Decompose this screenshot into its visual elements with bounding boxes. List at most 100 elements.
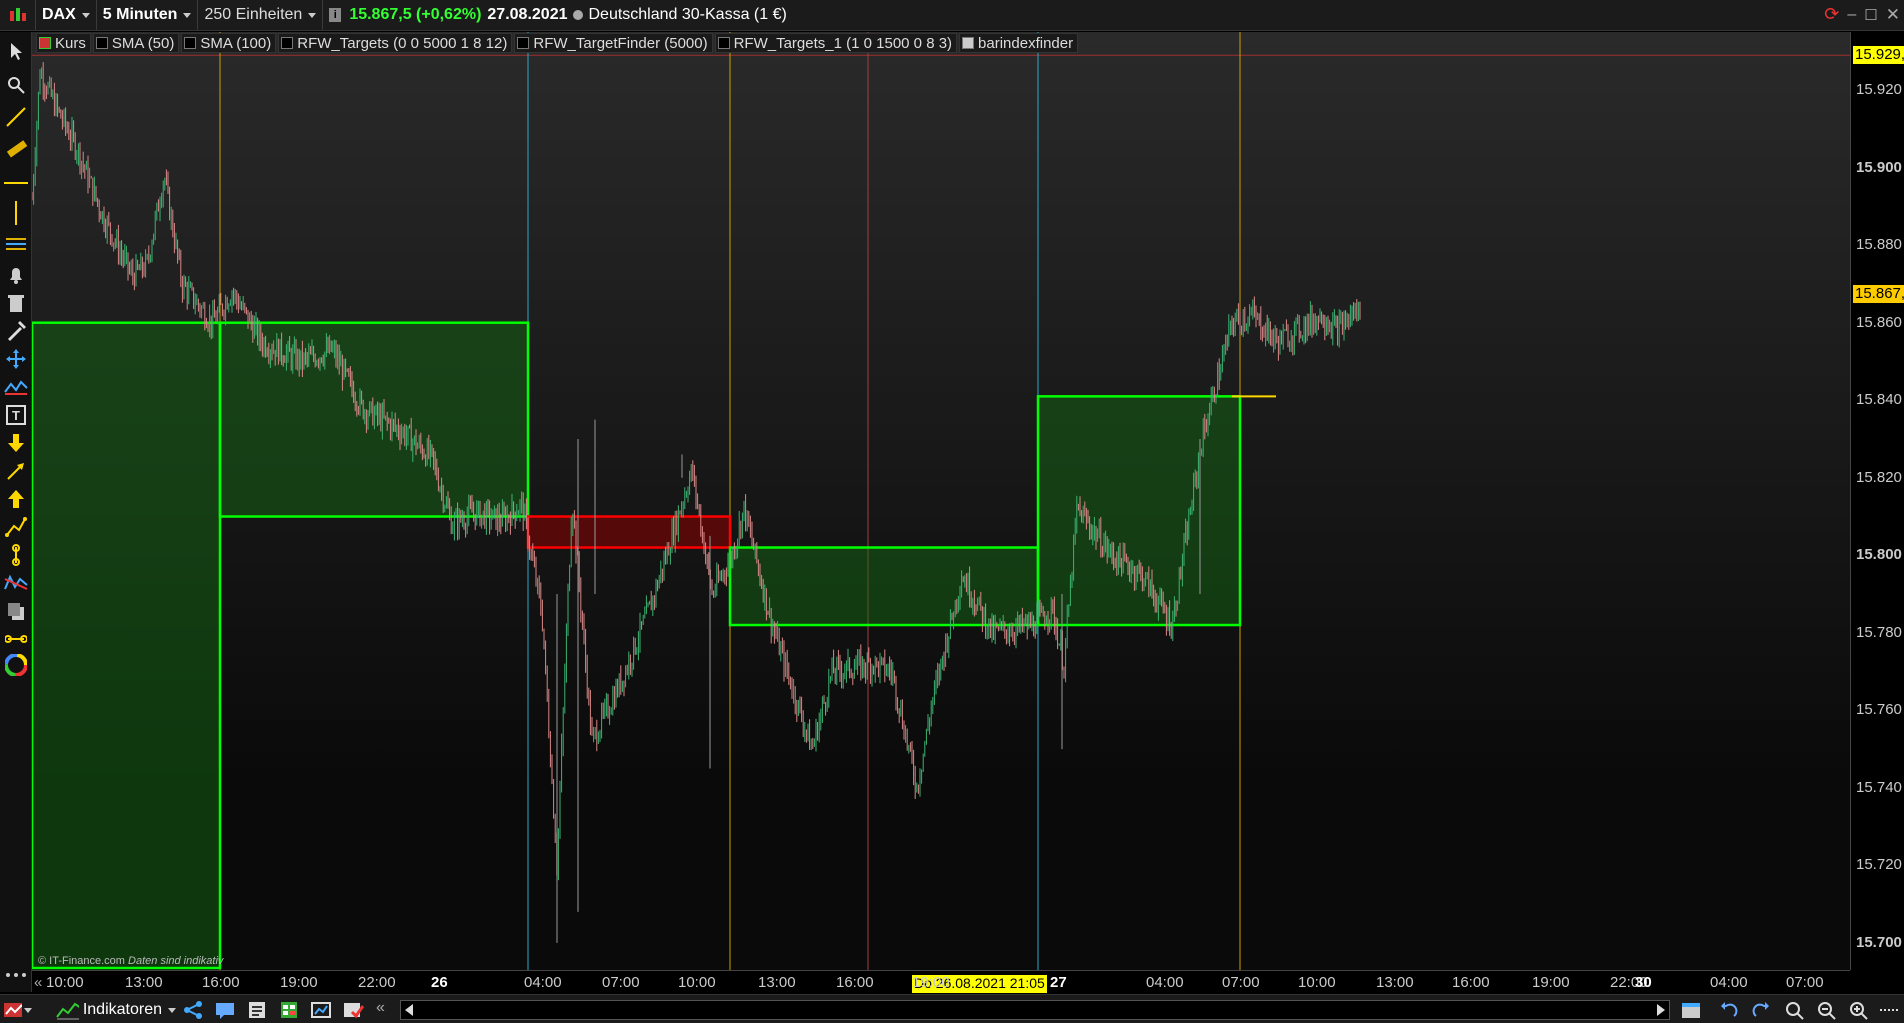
indicators-button[interactable]: Indikatoren <box>56 1000 176 1020</box>
legend-item-rfw-targets-1[interactable]: RFW_Targets_1 (1 0 1500 0 8 3) <box>714 33 958 53</box>
time-axis-label: 10:00 <box>46 974 84 991</box>
polyline-icon[interactable] <box>3 514 29 540</box>
alarm-icon[interactable] <box>3 262 29 288</box>
collapse-icon[interactable]: « <box>376 999 385 1017</box>
fibonacci-icon[interactable] <box>3 232 29 258</box>
price-chart[interactable] <box>30 32 1850 970</box>
time-axis-label: 13:00 <box>1376 974 1414 991</box>
checkbox-icon[interactable] <box>184 37 197 49</box>
time-axis-label: 04:00 <box>1710 974 1748 991</box>
legend-item-barindexfinder[interactable]: barindexfinder <box>959 33 1079 53</box>
checkbox-icon[interactable] <box>717 37 730 49</box>
connector-icon[interactable] <box>3 626 29 652</box>
move-icon[interactable] <box>3 346 29 372</box>
trendline-icon[interactable] <box>3 104 29 130</box>
chevron-down-icon <box>168 1007 176 1013</box>
time-axis[interactable]: « Do 26.08.2021 21:05 10:00 13:00 16:00 19:… <box>32 970 1850 994</box>
chevron-down-icon <box>308 12 317 18</box>
minimize-icon[interactable]: – <box>1847 6 1856 24</box>
quote-date: 27.08.2021 <box>487 6 568 23</box>
copyright-text: © IT-Finance.com <box>38 955 125 967</box>
chart-type-icon[interactable] <box>0 0 36 30</box>
zoom-in-icon[interactable] <box>1848 1000 1870 1020</box>
more-icon[interactable] <box>3 962 29 988</box>
drawing-toolbar: T <box>0 32 32 992</box>
price-axis-label: 15.880 <box>1856 236 1902 254</box>
undo-icon[interactable] <box>1718 1000 1740 1020</box>
indicator-legend: Kurs SMA (50) SMA (100) RFW_Targets (0 0… <box>36 33 1080 53</box>
top-toolbar: DAX 5 Minuten 250 Einheiten i 15.867,5 (… <box>0 0 1904 31</box>
maximize-icon[interactable]: ☐ <box>1864 6 1877 24</box>
current-price-tag: 15.867, <box>1853 284 1904 303</box>
zoom-icon[interactable] <box>3 72 29 98</box>
arrow-up-icon[interactable] <box>3 486 29 512</box>
price-axis-label: 15.800 <box>1856 546 1902 564</box>
legend-item-rfw-targets[interactable]: RFW_Targets (0 0 5000 1 8 12) <box>278 33 513 53</box>
scroll-left-arrow-icon[interactable] <box>405 1004 413 1016</box>
chart-canvas[interactable] <box>30 32 1850 970</box>
disclaimer-text: Daten sind indikativ <box>128 955 224 967</box>
instrument-name: Deutschland 30-Kassa (1 €) <box>588 6 787 23</box>
symbol-selector[interactable]: DAX <box>36 0 97 30</box>
arrow-diagonal-icon[interactable] <box>3 458 29 484</box>
copy-icon[interactable] <box>3 598 29 624</box>
checkbox-icon[interactable] <box>95 37 108 49</box>
checkbox-icon[interactable] <box>281 37 294 49</box>
close-icon[interactable]: ✕ <box>1886 5 1900 25</box>
ruler-icon[interactable] <box>3 136 29 162</box>
legend-item-kurs[interactable]: Kurs <box>36 33 91 53</box>
scroll-right-arrow-icon[interactable] <box>1657 1004 1665 1016</box>
price-axis-label: 15.740 <box>1856 778 1902 796</box>
share-icon[interactable] <box>182 1000 204 1020</box>
price-axis[interactable]: 15.920 15.900 15.880 15.860 15.840 15.820 15.8… <box>1850 32 1904 970</box>
check-chart-icon[interactable] <box>342 1000 364 1020</box>
date-axis-label: 26 <box>431 974 448 991</box>
zoom-out-icon[interactable] <box>1816 1000 1838 1020</box>
list-icon[interactable] <box>246 1000 268 1020</box>
time-axis-label: 16:00 <box>1452 974 1490 991</box>
indicator-line-icon[interactable] <box>3 374 29 400</box>
zoom-fit-icon[interactable] <box>1784 1000 1806 1020</box>
time-axis-label: 13:00 <box>758 974 796 991</box>
quote-info: i 15.867,5 (+0,62%) 27.08.2021 Deutschla… <box>323 0 793 30</box>
legend-item-sma100[interactable]: SMA (100) <box>181 33 277 53</box>
arrow-down-icon[interactable] <box>3 430 29 456</box>
calendar-icon[interactable] <box>1680 1000 1702 1020</box>
vertical-line-icon[interactable] <box>3 200 29 226</box>
compress-icon[interactable] <box>1878 1000 1900 1020</box>
checkbox-icon[interactable] <box>962 37 975 49</box>
tools-icon[interactable] <box>3 318 29 344</box>
checkbox-icon[interactable] <box>517 37 530 49</box>
sync-icon[interactable]: ⟳ <box>1824 4 1839 25</box>
copyright-notice: © IT-Finance.com Daten sind indikativ <box>38 955 223 967</box>
spreadsheet-icon[interactable] <box>278 1000 300 1020</box>
indicator-chart-icon <box>56 1002 79 1020</box>
info-icon[interactable]: i <box>329 8 342 22</box>
window-icon[interactable] <box>310 1000 332 1020</box>
time-axis-label: 19:00 <box>280 974 318 991</box>
text-icon[interactable]: T <box>3 402 29 428</box>
scroll-left-icon[interactable]: « <box>34 974 42 991</box>
chat-icon[interactable] <box>214 1000 236 1020</box>
interval-selector[interactable]: 5 Minuten <box>97 0 199 30</box>
redo-icon[interactable] <box>1750 1000 1772 1020</box>
date-axis-label: 27 <box>1050 974 1067 991</box>
trash-icon[interactable] <box>3 290 29 316</box>
price-axis-label: 15.700 <box>1856 933 1902 951</box>
time-axis-label: 19:00 <box>912 974 950 991</box>
units-selector[interactable]: 250 Einheiten <box>198 0 324 30</box>
app-menu-icon[interactable] <box>2 1000 32 1020</box>
cursor-icon[interactable] <box>3 38 29 64</box>
red-target-box <box>526 515 732 549</box>
color-wheel-icon[interactable] <box>3 652 29 678</box>
horizontal-line-icon[interactable] <box>3 170 29 196</box>
wave-icon[interactable] <box>3 570 29 596</box>
legend-item-sma50[interactable]: SMA (50) <box>92 33 180 53</box>
legend-item-rfw-targetfinder[interactable]: RFW_TargetFinder (5000) <box>514 33 713 53</box>
time-axis-label: 22:00 <box>358 974 396 991</box>
checkbox-icon[interactable] <box>39 37 51 49</box>
date-axis-label: 30 <box>1635 974 1652 991</box>
point-line-icon[interactable] <box>3 542 29 568</box>
price-change: 15.867,5 (+0,62%) <box>349 6 482 23</box>
chart-scrollbar[interactable] <box>400 1000 1670 1020</box>
